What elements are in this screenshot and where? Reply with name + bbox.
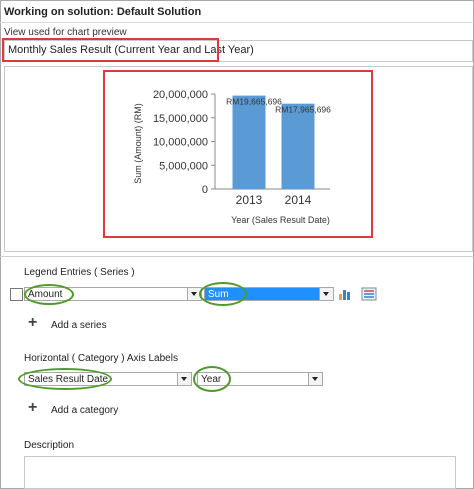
series-options-icon[interactable] — [361, 286, 377, 302]
add-series-link[interactable]: Add a series — [51, 320, 107, 331]
chevron-down-icon[interactable] — [177, 373, 191, 385]
add-series-icon[interactable]: + — [28, 314, 37, 332]
category-section-label: Horizontal ( Category ) Axis Labels — [24, 353, 178, 364]
add-category-icon[interactable]: + — [28, 399, 37, 417]
description-label: Description — [24, 440, 75, 451]
chart-type-icon[interactable] — [337, 287, 353, 301]
series-section-label: Legend Entries ( Series ) — [24, 267, 135, 278]
header-divider — [0, 22, 474, 23]
description-field[interactable] — [24, 456, 456, 489]
series-field-highlight — [24, 284, 74, 305]
add-category-link[interactable]: Add a category — [51, 405, 118, 416]
category-grouping-highlight — [193, 366, 231, 392]
chevron-down-icon[interactable] — [308, 373, 322, 385]
series-aggregate-highlight — [199, 282, 247, 306]
chart-highlight — [103, 70, 373, 238]
chevron-down-icon[interactable] — [319, 288, 333, 300]
page-title: Working on solution: Default Solution — [4, 6, 202, 18]
category-field-highlight — [18, 368, 112, 390]
view-highlight — [2, 38, 219, 62]
view-label: View used for chart preview — [4, 27, 127, 38]
series-checkbox[interactable] — [10, 288, 23, 301]
section-divider — [0, 256, 474, 257]
